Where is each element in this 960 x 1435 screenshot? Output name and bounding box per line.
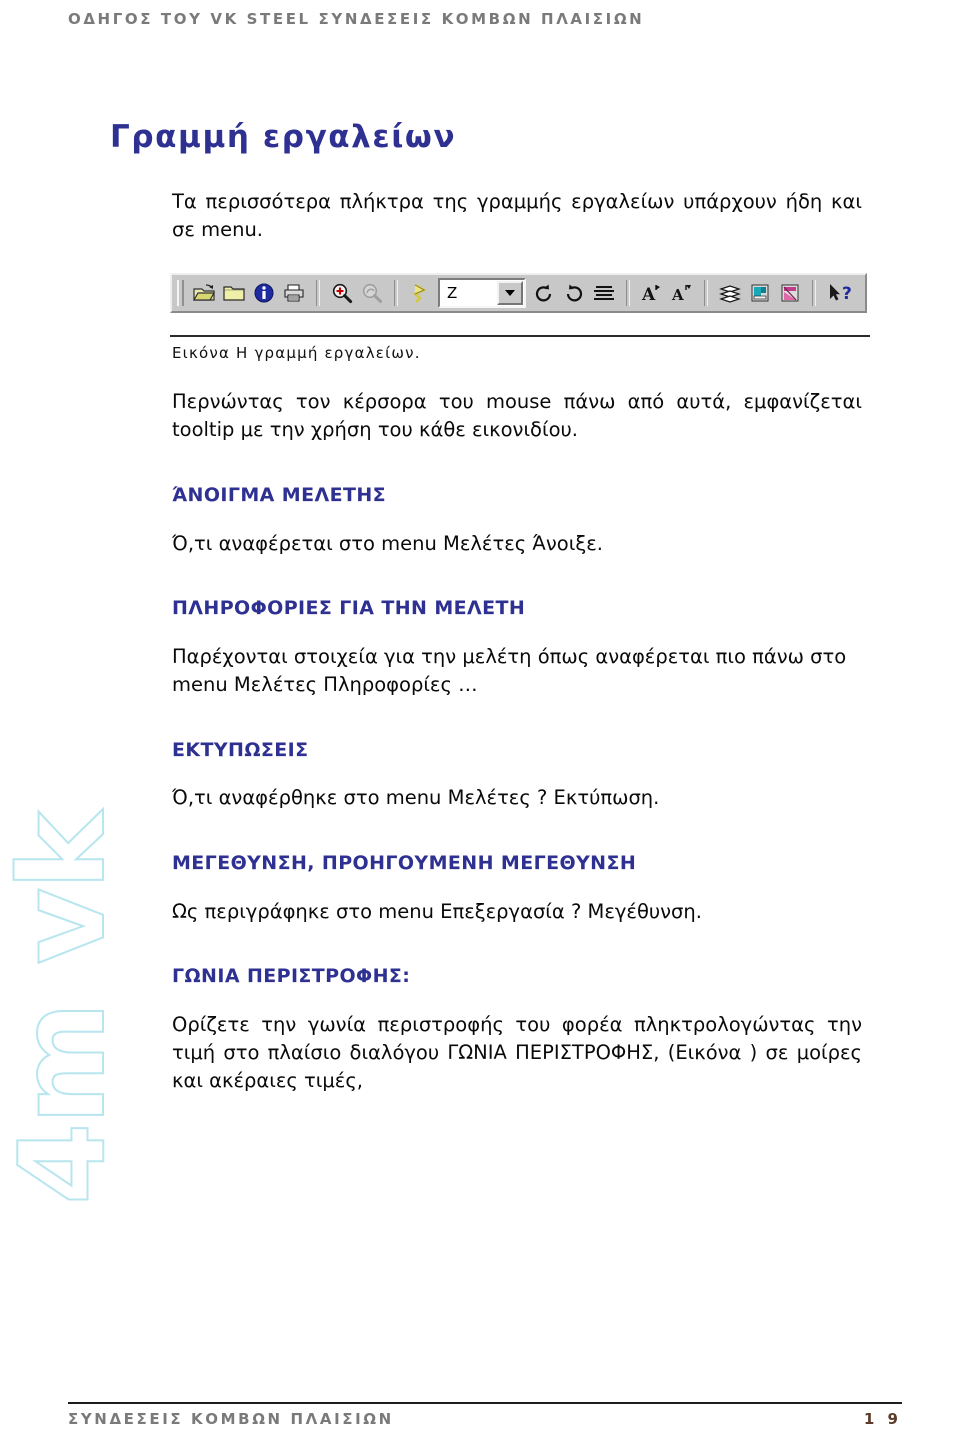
section-text-zoom: Ως περιγράφηκε στο menu Επεξεργασία ? Με… (172, 899, 702, 923)
toolbar-separator (626, 280, 630, 307)
page-number: 1 9 (863, 1410, 902, 1428)
toolbar-separator (704, 280, 708, 307)
watermark: 4m vk (0, 812, 132, 1206)
running-header: ΟΔΗΓΟΣ ΤΟΥ VK STEEL ΣΥΝΔΕΣΕΙΣ ΚΟΜΒΩΝ ΠΛΑ… (68, 10, 645, 28)
rotation-angle-value[interactable]: Z (440, 280, 496, 306)
section-heading-rotation-angle: ΓΩΝΙΑ ΠΕΡΙΣΤΡΟΦΗΣ: (172, 965, 411, 988)
section-heading-printouts: ΕΚΤΥΠΩΣΕΙΣ (172, 738, 309, 761)
toolbar-separator (812, 280, 816, 307)
rotation-angle-combobox[interactable]: Z (438, 278, 526, 309)
help-pointer-icon[interactable]: ? (823, 279, 861, 307)
text-decrease-icon[interactable]: A (667, 279, 697, 307)
zoom-in-icon[interactable] (327, 279, 357, 307)
open-study-icon[interactable] (189, 279, 219, 307)
document-content: Γραμμή εργαλείων Τα περισσότερα πλήκτρα … (110, 120, 870, 1094)
svg-text:?: ? (842, 284, 852, 304)
chevron-down-icon[interactable] (497, 281, 523, 306)
section-text-opening-study: Ό,τι αναφέρεται στο menu Μελέτες Άνοιξε. (172, 531, 603, 555)
section-text-printouts: Ό,τι αναφέρθηκε στο menu Μελέτες ? Εκτύπ… (172, 786, 660, 810)
toolbar-drag-handle[interactable] (177, 280, 184, 307)
figure-caption: Εικόνα Η γραμμή εργαλείων. (172, 344, 421, 363)
page-footer: ΣΥΝΔΕΣΕΙΣ ΚΟΜΒΩΝ ΠΛΑΙΣΙΩΝ 1 9 (68, 1410, 902, 1428)
toolbar-figure: Z A A ? (170, 273, 870, 314)
svg-text:A: A (641, 285, 656, 303)
section-heading-opening-study: ΆΝΟΙΓΜΑ ΜΕΛΕΤΗΣ (172, 483, 387, 506)
section-cyan-icon[interactable] (745, 279, 775, 307)
svg-text:A: A (671, 286, 684, 303)
figure-rule (170, 335, 870, 338)
toolbar-separator (394, 280, 398, 307)
page-title: Γραμμή εργαλείων (110, 119, 457, 155)
folder-icon[interactable] (219, 279, 249, 307)
footer-rule (68, 1402, 902, 1404)
print-icon[interactable] (279, 279, 309, 307)
application-toolbar[interactable]: Z A A ? (170, 273, 867, 314)
section-magenta-icon[interactable] (775, 279, 805, 307)
text-increase-icon[interactable]: A (637, 279, 667, 307)
rotate-left-icon[interactable] (529, 279, 559, 307)
rotation-angle-icon[interactable] (405, 279, 435, 307)
footer-title: ΣΥΝΔΕΣΕΙΣ ΚΟΜΒΩΝ ΠΛΑΙΣΙΩΝ (68, 1410, 394, 1428)
toolbar-separator (316, 280, 320, 307)
zoom-previous-icon[interactable] (357, 279, 387, 307)
section-text-study-info: Παρέχονται στοιχεία για την μελέτη όπως … (172, 645, 847, 696)
section-heading-study-info: ΠΛΗΡΟΦΟΡΙΕΣ ΓΙΑ ΤΗΝ ΜΕΛΕΤΗ (172, 597, 526, 620)
section-heading-zoom: ΜΕΓΕΘΥΝΣΗ, ΠΡΟΗΓΟΥΜΕΝΗ ΜΕΓΕΘΥΝΣΗ (172, 851, 637, 874)
rotate-right-icon[interactable] (559, 279, 589, 307)
info-icon[interactable] (249, 279, 279, 307)
list-lines-icon[interactable] (589, 279, 619, 307)
layers-icon[interactable] (715, 279, 745, 307)
after-figure-paragraph: Περνώντας τον κέρσορα του mouse πάνω από… (172, 390, 862, 442)
intro-paragraph: Τα περισσότερα πλήκτρα της γραμμής εργαλ… (172, 190, 862, 241)
section-text-rotation-angle: Ορίζετε την γωνία περιστροφής του φορέα … (172, 1013, 862, 1092)
